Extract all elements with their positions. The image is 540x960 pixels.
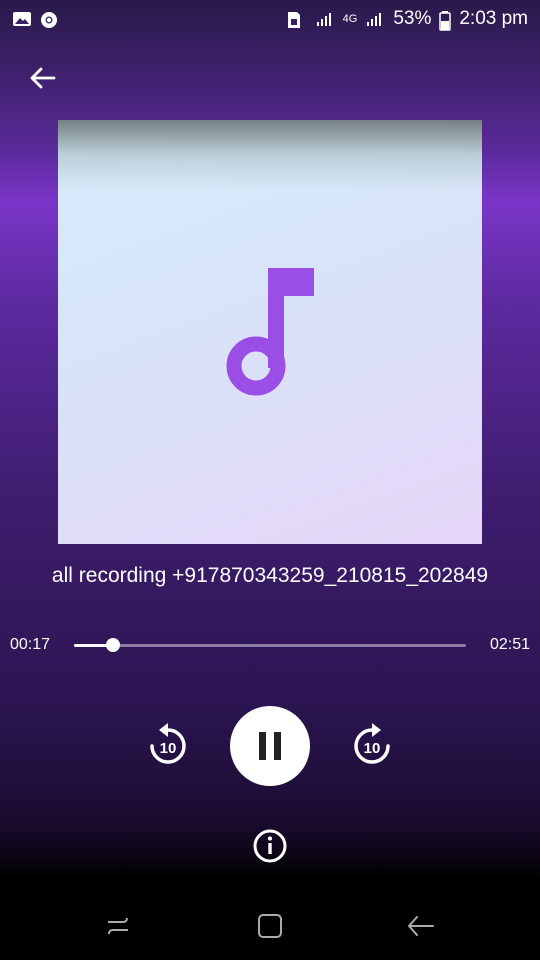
back-icon xyxy=(408,916,434,936)
forward-10-icon: 10 xyxy=(354,723,390,764)
chrome-icon xyxy=(40,11,60,28)
home-icon xyxy=(258,914,282,938)
signal-icon xyxy=(315,11,335,27)
signal-icon xyxy=(365,11,385,27)
gallery-icon xyxy=(12,11,32,27)
total-time: 02:51 xyxy=(489,636,530,653)
battery-percent: 53% xyxy=(393,8,432,29)
forward-label: 10 xyxy=(364,740,381,757)
back-button[interactable] xyxy=(22,60,62,96)
system-back-button[interactable] xyxy=(400,910,440,942)
pause-icon xyxy=(259,732,281,760)
info-button[interactable] xyxy=(250,826,290,866)
replay-10-icon: 10 xyxy=(150,723,186,764)
recent-apps-icon xyxy=(108,917,128,935)
rewind-label: 10 xyxy=(160,740,177,757)
navigation-bar xyxy=(0,890,540,960)
info-icon xyxy=(253,829,287,863)
elapsed-time: 00:17 xyxy=(10,636,51,653)
sim-icon xyxy=(287,11,307,28)
music-note-icon xyxy=(226,268,314,396)
status-bar: 4G 53% 2:03 pm xyxy=(0,0,540,38)
home-button[interactable] xyxy=(250,910,290,942)
album-art xyxy=(58,120,482,544)
status-right: 4G 53% 2:03 pm xyxy=(287,8,528,31)
pause-button[interactable] xyxy=(230,706,310,786)
track-title: all recording +917870343259_210815_20284… xyxy=(51,564,489,587)
arrow-left-icon xyxy=(30,67,56,89)
recent-apps-button[interactable] xyxy=(98,910,138,942)
status-left xyxy=(12,11,60,28)
network-type: 4G xyxy=(342,13,358,25)
seek-bar[interactable] xyxy=(74,638,466,652)
battery-icon xyxy=(439,11,452,31)
rewind-10-button[interactable]: 10 xyxy=(142,720,194,772)
seek-thumb[interactable] xyxy=(105,638,120,652)
forward-10-button[interactable]: 10 xyxy=(346,720,398,772)
clock: 2:03 pm xyxy=(459,8,528,29)
